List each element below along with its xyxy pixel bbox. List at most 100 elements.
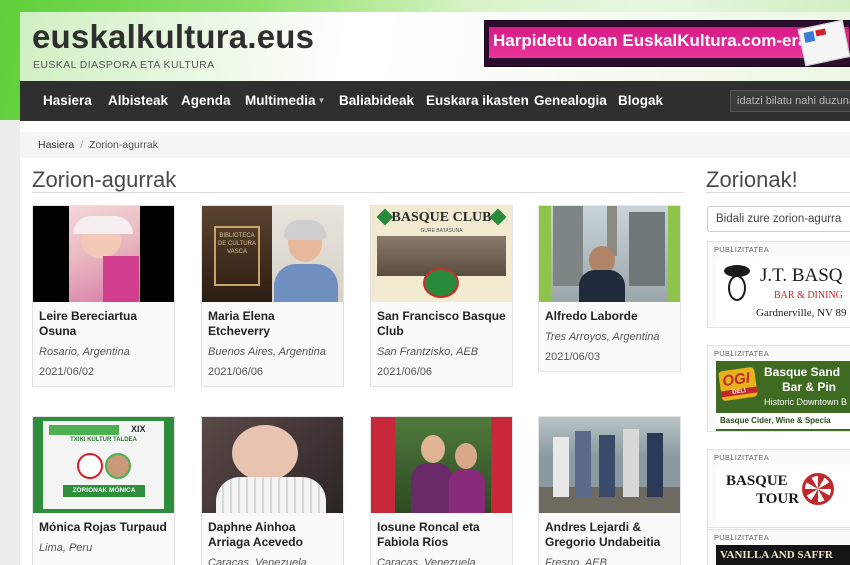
building bbox=[629, 212, 665, 286]
card-name[interactable]: Mónica Rojas Turpaud bbox=[33, 513, 174, 535]
site-header: euskalkultura.eus EUSKAL DIASPORA ETA KU… bbox=[20, 12, 850, 82]
ad-vanilla-saffron[interactable]: VANILLA AND SAFFR bbox=[716, 545, 850, 565]
greeting-card[interactable]: BIBLIOTECA DE CULTURA VASCA Maria Elena … bbox=[201, 205, 344, 387]
nav-item-albisteak[interactable]: Albisteak bbox=[108, 81, 168, 121]
photo-border-left bbox=[539, 206, 551, 302]
card-place: Caracas, Venezuela bbox=[377, 557, 476, 565]
card-place: San Frantzisko, AEB bbox=[377, 346, 479, 358]
site-logo[interactable]: euskalkultura.eus bbox=[32, 18, 314, 56]
poster-emblem bbox=[77, 453, 103, 479]
baby-clothes bbox=[216, 477, 326, 513]
baby-face bbox=[232, 425, 298, 481]
greeting-card[interactable]: Daphne Ainhoa Arriaga Acevedo Caracas, V… bbox=[201, 416, 344, 565]
ad-ogi-deli[interactable]: OGI DELI Basque Sand Bar & Pin Historic … bbox=[716, 361, 850, 431]
envelope-icon bbox=[797, 19, 850, 67]
caret-down-icon: ▼ bbox=[317, 96, 326, 106]
ad-line: BAR & DINING bbox=[774, 290, 843, 301]
greeting-card[interactable]: Iosune Roncal eta Fabiola Ríos Caracas, … bbox=[370, 416, 513, 565]
card-name[interactable]: Leire Bereciartua Osuna bbox=[33, 302, 174, 339]
card-date bbox=[33, 554, 174, 565]
ad-label: PUBLIZITATEA bbox=[714, 245, 769, 254]
nav-item-blogak[interactable]: Blogak bbox=[618, 81, 663, 121]
card-photo[interactable] bbox=[539, 206, 680, 302]
breadcrumb-current: Zorion-agurrak bbox=[89, 139, 158, 151]
greeting-card[interactable]: BASQUE CLUB GURE BATASUNA San Francisco … bbox=[370, 205, 513, 387]
nav-item-multimedia-label: Multimedia bbox=[245, 93, 316, 108]
library-sign: BIBLIOTECA DE CULTURA VASCA bbox=[214, 226, 260, 286]
ad-label: PUBLIZITATEA bbox=[714, 453, 769, 462]
woman-hair bbox=[284, 220, 326, 240]
main-navbar: Hasiera Albisteak Agenda Multimedia ▼ Bal… bbox=[20, 81, 850, 121]
search-input[interactable] bbox=[730, 90, 850, 112]
card-photo[interactable]: BASQUE CLUB GURE BATASUNA bbox=[371, 206, 512, 302]
banner-text: Harpidetu doan EuskalKultura.com-era! bbox=[493, 31, 814, 50]
card-date: 2021/06/06 bbox=[208, 366, 264, 378]
breadcrumb-home[interactable]: Hasiera bbox=[38, 139, 74, 151]
card-place: Tres Arroyos, Argentina bbox=[545, 331, 660, 343]
ad-block[interactable]: PUBLIZITATEA BASQUE TOUR bbox=[707, 449, 850, 528]
nav-item-agenda[interactable]: Agenda bbox=[181, 81, 231, 121]
card-photo[interactable]: BIBLIOTECA DE CULTURA VASCA bbox=[202, 206, 343, 302]
ad-block[interactable]: PUBLIZITATEA J.T. BASQ BAR & DINING Gard… bbox=[707, 241, 850, 328]
card-date: 2021/06/03 bbox=[545, 351, 601, 363]
site-tagline: EUSKAL DIASPORA ETA KULTURA bbox=[33, 59, 215, 71]
nav-item-baliabideak[interactable]: Baliabideak bbox=[339, 81, 414, 121]
card-photo[interactable] bbox=[539, 417, 680, 513]
title-divider bbox=[32, 192, 684, 193]
ad-line: Historic Downtown B bbox=[764, 397, 848, 407]
nav-item-multimedia[interactable]: Multimedia ▼ bbox=[245, 81, 325, 121]
card-name[interactable]: Alfredo Laborde bbox=[539, 302, 680, 324]
poster-portrait bbox=[105, 453, 131, 479]
banner-inner: Harpidetu doan EuskalKultura.com-era! bbox=[489, 27, 849, 58]
ad-line: Basque Cider, Wine & Specia bbox=[716, 413, 850, 429]
poster-header bbox=[49, 425, 119, 435]
card-date: 2021/06/02 bbox=[39, 366, 95, 378]
card-name[interactable]: Iosune Roncal eta Fabiola Ríos bbox=[371, 513, 512, 550]
nav-item-hasiera[interactable]: Hasiera bbox=[43, 81, 92, 121]
sidebar-title: Zorionak! bbox=[706, 167, 798, 192]
greeting-card[interactable]: XIX TXIKI KULTUR TALDEA ZORIONAK MÓNICA … bbox=[32, 416, 175, 565]
card-name[interactable]: Andres Lejardi & Gregorio Undabeitia bbox=[539, 513, 680, 550]
nav-item-euskara-ikasten[interactable]: Euskara ikasten bbox=[426, 81, 529, 121]
poster-group: TXIKI KULTUR TALDEA bbox=[70, 437, 137, 443]
ad-title: VANILLA AND SAFFR bbox=[720, 549, 833, 561]
building bbox=[553, 206, 583, 286]
person bbox=[575, 431, 591, 497]
woman-shirt bbox=[411, 463, 453, 513]
nav-item-genealogia[interactable]: Genealogia bbox=[534, 81, 607, 121]
card-date: 2021/06/06 bbox=[377, 366, 433, 378]
subscribe-banner[interactable]: Harpidetu doan EuskalKultura.com-era! bbox=[484, 19, 850, 67]
woman-shirt bbox=[274, 264, 338, 302]
card-photo[interactable] bbox=[33, 206, 174, 302]
greeting-card[interactable]: Alfredo Laborde Tres Arroyos, Argentina … bbox=[538, 205, 681, 372]
man-jacket bbox=[579, 270, 625, 302]
card-name[interactable]: San Francisco Basque Club bbox=[371, 302, 512, 339]
lauburu-logo-icon bbox=[802, 473, 834, 505]
ad-title: J.T. BASQ bbox=[760, 265, 843, 286]
card-photo[interactable]: XIX TXIKI KULTUR TALDEA ZORIONAK MÓNICA bbox=[33, 417, 174, 513]
ad-basque-tour[interactable]: BASQUE TOUR bbox=[716, 465, 850, 527]
card-photo[interactable] bbox=[202, 417, 343, 513]
ad-block[interactable]: PUBLIZITATEA VANILLA AND SAFFR bbox=[707, 529, 850, 565]
woman-face bbox=[455, 443, 477, 469]
breadcrumb-separator: / bbox=[80, 139, 84, 151]
card-place: Fresno, AEB bbox=[545, 557, 607, 565]
send-greeting-select[interactable]: Bidali zure zorion-agurra bbox=[707, 206, 850, 232]
ogi-logo: OGI DELI bbox=[718, 366, 758, 402]
ad-jt-basque[interactable]: J.T. BASQ BAR & DINING Gardnerville, NV … bbox=[716, 257, 850, 327]
ad-label: PUBLIZITATEA bbox=[714, 533, 769, 542]
page-title: Zorion-agurrak bbox=[32, 167, 177, 192]
ad-block[interactable]: PUBLIZITATEA OGI DELI Basque Sand Bar & … bbox=[707, 345, 850, 432]
photo-border-right bbox=[668, 206, 680, 302]
card-name[interactable]: Daphne Ainhoa Arriaga Acevedo bbox=[202, 513, 343, 550]
card-photo[interactable] bbox=[371, 417, 512, 513]
ad-line: Bar & Pin bbox=[782, 380, 837, 394]
woman-shirt bbox=[449, 469, 485, 513]
poster-number: XIX bbox=[131, 424, 146, 434]
card-place: Buenos Aires, Argentina bbox=[208, 346, 326, 358]
baby-hat bbox=[73, 216, 133, 234]
card-place: Caracas, Venezuela bbox=[208, 557, 307, 565]
card-name[interactable]: Maria Elena Etcheverry bbox=[202, 302, 343, 339]
greeting-card[interactable]: Andres Lejardi & Gregorio Undabeitia Fre… bbox=[538, 416, 681, 565]
greeting-card[interactable]: Leire Bereciartua Osuna Rosario, Argenti… bbox=[32, 205, 175, 387]
